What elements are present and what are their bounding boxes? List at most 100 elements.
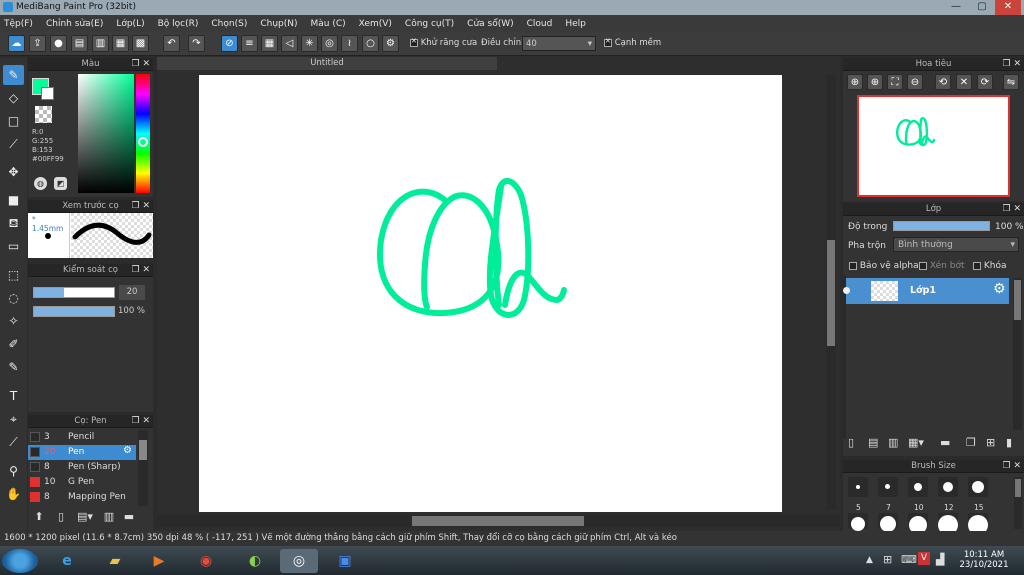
panel-close-icon[interactable]: ❐ ✕ (1003, 460, 1021, 473)
grid-icon[interactable]: ▩ (132, 35, 149, 52)
maximize-button[interactable]: ▢ (969, 0, 995, 15)
menu-layer[interactable]: Lớp(L) (116, 19, 144, 29)
correction-select[interactable]: 40 ▾ (522, 36, 596, 51)
eye-icon[interactable] (843, 287, 850, 294)
reset-icon[interactable]: ✕ (956, 74, 972, 90)
lasso-tool-icon[interactable]: ◌ (3, 288, 24, 308)
blend-mode-select[interactable]: Bình thường ▾ (893, 237, 1019, 252)
new-8bit-layer-icon[interactable]: ▥ (888, 436, 898, 449)
transparent-color-swatch[interactable] (35, 106, 52, 123)
edit-brush-icon[interactable]: ▥ (101, 510, 117, 526)
brush-size-slot[interactable] (848, 513, 868, 531)
rotate-right-icon[interactable]: ⟳ (977, 74, 993, 90)
brush-tool-icon[interactable]: ✎ (3, 65, 24, 85)
vertical-scroll-thumb[interactable] (827, 240, 835, 346)
move-tool-icon[interactable]: ✥ (3, 162, 24, 182)
add-brush-icon[interactable]: ⬆ (31, 510, 47, 526)
select-eraser-tool-icon[interactable]: ✎ (3, 357, 24, 377)
menu-color[interactable]: Màu (C) (311, 19, 346, 29)
gear-icon[interactable]: ⚙ (993, 281, 1006, 297)
minimize-button[interactable]: — (943, 0, 969, 15)
redo-icon[interactable]: ↷ (188, 35, 205, 52)
gradient-tool-icon[interactable]: ▭ (3, 236, 24, 256)
hand-tool-icon[interactable]: ✋ (3, 484, 24, 504)
sharp-edge-toggle[interactable]: Cạnh mềm (604, 37, 661, 48)
add-layer-menu-icon[interactable]: ▦▾ (908, 436, 924, 449)
folder-icon[interactable]: ▬ (121, 510, 137, 526)
circle-snap-icon[interactable]: ◎ (321, 35, 338, 52)
merge-layer-icon[interactable]: ⊞ (986, 436, 995, 449)
menu-help[interactable]: Help (565, 19, 586, 29)
magic-wand-tool-icon[interactable]: ✧ (3, 311, 24, 331)
tray-overflow-icon[interactable]: ▲ (866, 555, 873, 565)
panel-close-icon[interactable]: ❐ ✕ (132, 264, 150, 277)
menu-file[interactable]: Tệp(F) (4, 19, 33, 29)
new-layer-icon[interactable]: ▯ (848, 436, 854, 449)
protect-alpha-checkbox[interactable] (849, 261, 857, 270)
panel-close-icon[interactable]: ❐ ✕ (132, 200, 150, 213)
zoom-in-icon[interactable]: ⊕ (847, 74, 863, 90)
clock[interactable]: 10:11 AM 23/10/2021 (959, 550, 1009, 570)
tray-keyboard-icon[interactable]: ⌨ (901, 553, 917, 566)
clipping-checkbox[interactable] (919, 261, 927, 270)
brush-size-slot-10[interactable] (908, 477, 928, 497)
layer-list-scrollbar[interactable] (1013, 278, 1022, 430)
divide-tool-icon[interactable]: ⟋ (3, 432, 24, 452)
canvas-paper[interactable] (199, 75, 782, 512)
brush-list-item[interactable]: 3 Pencil (28, 430, 136, 445)
zoom-out-icon[interactable]: ⊖ (907, 74, 923, 90)
lock-checkbox[interactable] (973, 261, 981, 270)
panel-close-icon[interactable]: ❐ ✕ (132, 415, 150, 428)
brush-list-item-selected[interactable]: 20 Pen ⚙ (28, 445, 136, 460)
layer-row-selected[interactable]: Lớp1 ⚙ (843, 278, 1009, 304)
tray-unikey-icon[interactable]: V (918, 552, 930, 565)
background-color-swatch[interactable] (41, 87, 54, 100)
navigator-preview[interactable] (857, 95, 1010, 197)
folder-icon[interactable]: ▬ (940, 436, 950, 449)
eraser-tool-icon[interactable]: ◇ (3, 88, 24, 108)
duplicate-layer-icon[interactable]: ❐ (966, 436, 976, 449)
snap-off-icon[interactable]: ⊘ (221, 35, 238, 52)
protect-alpha-toggle[interactable]: Bảo vệ alpha (849, 261, 919, 271)
menu-edit[interactable]: Chỉnh sửa(E) (46, 19, 103, 29)
hue-slider-handle[interactable] (138, 137, 148, 147)
menu-cloud[interactable]: Cloud (527, 19, 553, 29)
copy-brush-icon[interactable]: ▤▾ (73, 510, 97, 526)
panel-close-icon[interactable]: ❐ ✕ (132, 58, 150, 71)
trash-icon[interactable]: ▮ (1006, 436, 1012, 449)
brush-size-scrollbar[interactable] (1014, 477, 1022, 529)
zoom-app-icon[interactable]: ▣ (326, 549, 364, 573)
clipping-toggle[interactable]: Xén bớt (919, 261, 965, 271)
menu-select[interactable]: Chọn(S) (211, 19, 247, 29)
chrome-icon[interactable]: ◉ (187, 549, 225, 573)
greenshot-icon[interactable]: ◐ (236, 549, 274, 573)
cloud-icon[interactable]: ☁ (8, 35, 25, 52)
radial-snap-icon[interactable]: ✳ (301, 35, 318, 52)
canvas-horizontal-scrollbar[interactable] (157, 515, 840, 527)
swap-color-icon[interactable]: ◩ (54, 177, 67, 190)
dot-tool-icon[interactable]: ⟋ (3, 134, 24, 154)
bucket-tool-icon[interactable]: ⛾ (3, 213, 24, 233)
brush-list-item[interactable]: 8 Mapping Pen (28, 490, 136, 505)
fill-rect-tool-icon[interactable]: ■ (3, 190, 24, 210)
gear-icon[interactable]: ⚙ (123, 445, 132, 456)
menu-tools[interactable]: Công cụ(T) (405, 19, 454, 29)
brush-opacity-slider[interactable] (33, 306, 115, 317)
palette-icon[interactable]: ◍ (34, 177, 47, 190)
brush-size-slot-12[interactable] (938, 477, 958, 497)
canvas-vertical-scrollbar[interactable] (826, 75, 836, 510)
export-icon[interactable]: ⇪ (29, 35, 46, 52)
horizontal-scroll-thumb[interactable] (412, 516, 584, 526)
perspective-snap-icon[interactable]: ◁ (281, 35, 298, 52)
brush-size-slot[interactable] (878, 513, 898, 532)
zoom-in-alt-icon[interactable]: ⊕ (867, 74, 883, 90)
file-explorer-icon[interactable]: ▰ (96, 549, 134, 573)
panel-close-icon[interactable]: ❐ ✕ (1003, 58, 1021, 71)
brush-size-value[interactable]: 20 (119, 285, 145, 300)
menu-snap[interactable]: Chụp(N) (260, 19, 297, 29)
panel-close-icon[interactable]: ❐ ✕ (1003, 203, 1021, 216)
saturation-value-picker[interactable] (78, 74, 134, 193)
brush-size-slot-7[interactable] (878, 477, 898, 497)
new-halftone-layer-icon[interactable]: ▤ (868, 436, 878, 449)
start-button-icon[interactable] (2, 549, 38, 573)
